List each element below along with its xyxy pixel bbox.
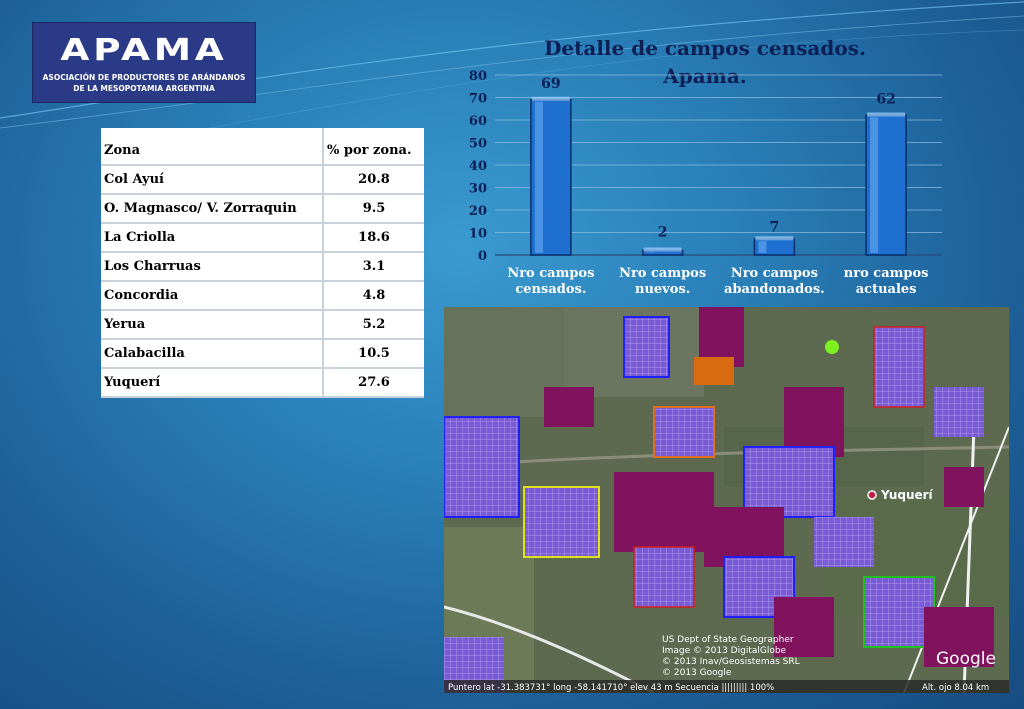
y-tick-label: 30 (469, 182, 487, 197)
y-tick-label: 20 (469, 204, 487, 219)
table-row: Los Charruas 3.1 (101, 252, 424, 282)
header-pct: % por zona. (323, 128, 424, 166)
satellite-map-image: Yuquerí US Dept of State Geographer Imag… (444, 307, 1009, 693)
y-tick-label: 0 (478, 249, 487, 264)
y-tick-label: 40 (469, 159, 487, 174)
zone-name-cell: Concordia (101, 281, 324, 311)
y-tick-label: 80 (469, 69, 487, 84)
zones-table: Zona % por zona. Col Ayuí 20.8 O. Magnasco… (101, 128, 424, 398)
bar-top-edge (755, 236, 794, 241)
bar-top-edge (867, 112, 906, 117)
bar-chart: 01020304050607080 69Nro camposcensados.2N… (469, 69, 942, 297)
header-zona: Zona (101, 128, 324, 166)
table-row: Calabacilla 10.5 (101, 339, 424, 369)
zone-pct-cell: 3.1 (323, 252, 424, 282)
y-tick-label: 50 (469, 137, 487, 152)
x-tick-label: censados. (515, 282, 586, 297)
map-attribution-2: Image © 2013 DigitalGlobe (662, 646, 787, 656)
x-tick-label: Nro campos (619, 266, 706, 281)
table-header-row: Zona % por zona. (101, 128, 424, 166)
zone-name-cell: O. Magnasco/ V. Zorraquin (101, 194, 324, 224)
zone-name-cell: La Criolla (101, 223, 324, 253)
y-tick-label: 60 (469, 114, 487, 129)
zone-name-cell: Col Ayuí (101, 165, 324, 195)
map-place-label: Yuquerí (880, 488, 934, 502)
zone-pct-cell: 5.2 (323, 310, 424, 340)
logo-subtitle-line2: DE LA MESOPOTAMIA ARGENTINA (73, 84, 215, 93)
y-tick-label: 70 (469, 92, 487, 107)
zone-name-cell: Yerua (101, 310, 324, 340)
zone-pct-cell: 10.5 (323, 339, 424, 369)
bar-highlight (870, 117, 879, 253)
map-status-alt: Alt. ojo 8.04 km (922, 683, 989, 693)
table-row: Col Ayuí 20.8 (101, 165, 424, 195)
bar-highlight (646, 252, 655, 253)
zone-pct-cell: 20.8 (323, 165, 424, 195)
x-tick-label: Nro campos (507, 266, 594, 281)
data-label: 7 (770, 219, 780, 235)
data-label: 2 (658, 225, 668, 241)
zone-pct-cell: 27.6 (323, 368, 424, 398)
map-status-bar: Puntero lat -31.383731° long -58.141710°… (448, 683, 774, 693)
data-label: 69 (541, 76, 560, 92)
x-tick-label: nuevos. (635, 282, 690, 297)
bar-top-edge (643, 247, 682, 252)
zone-pct-cell: 18.6 (323, 223, 424, 253)
map-attribution-1: US Dept of State Geographer (662, 635, 794, 645)
table-row: Concordia 4.8 (101, 281, 424, 311)
slide-title-line1: Detalle de campos censados. (544, 36, 866, 60)
x-tick-label: actuales (856, 282, 917, 297)
apama-logo: APAMA ASOCIACIÓN DE PRODUCTORES DE ARÁND… (32, 22, 256, 103)
table-row: Yuquerí 27.6 (101, 368, 424, 398)
zone-pct-cell: 9.5 (323, 194, 424, 224)
satellite-map: Yuquerí US Dept of State Geographer Imag… (444, 307, 1009, 693)
table-row: O. Magnasco/ V. Zorraquin 9.5 (101, 194, 424, 224)
x-tick-label: nro campos (844, 266, 929, 281)
data-label: 62 (876, 92, 895, 108)
bar-highlight (534, 101, 543, 253)
zone-name-cell: Los Charruas (101, 252, 324, 282)
x-tick-label: abandonados. (724, 282, 825, 297)
table-row: Yerua 5.2 (101, 310, 424, 340)
google-logo: Google (936, 649, 996, 669)
map-attribution-3: © 2013 Inav/Geosistemas SRL (662, 657, 800, 667)
y-tick-label: 10 (469, 227, 487, 242)
bar-highlight (758, 241, 767, 253)
bar-top-edge (531, 96, 570, 101)
zone-pct-cell: 4.8 (323, 281, 424, 311)
logo-wordmark: APAMA (60, 33, 228, 68)
zone-name-cell: Yuquerí (101, 368, 324, 398)
table-row: La Criolla 18.6 (101, 223, 424, 253)
x-tick-label: Nro campos (731, 266, 818, 281)
logo-subtitle-line1: ASOCIACIÓN DE PRODUCTORES DE ARÁNDANOS (42, 73, 246, 82)
map-attribution-4: © 2013 Google (662, 668, 732, 678)
zone-name-cell: Calabacilla (101, 339, 324, 369)
